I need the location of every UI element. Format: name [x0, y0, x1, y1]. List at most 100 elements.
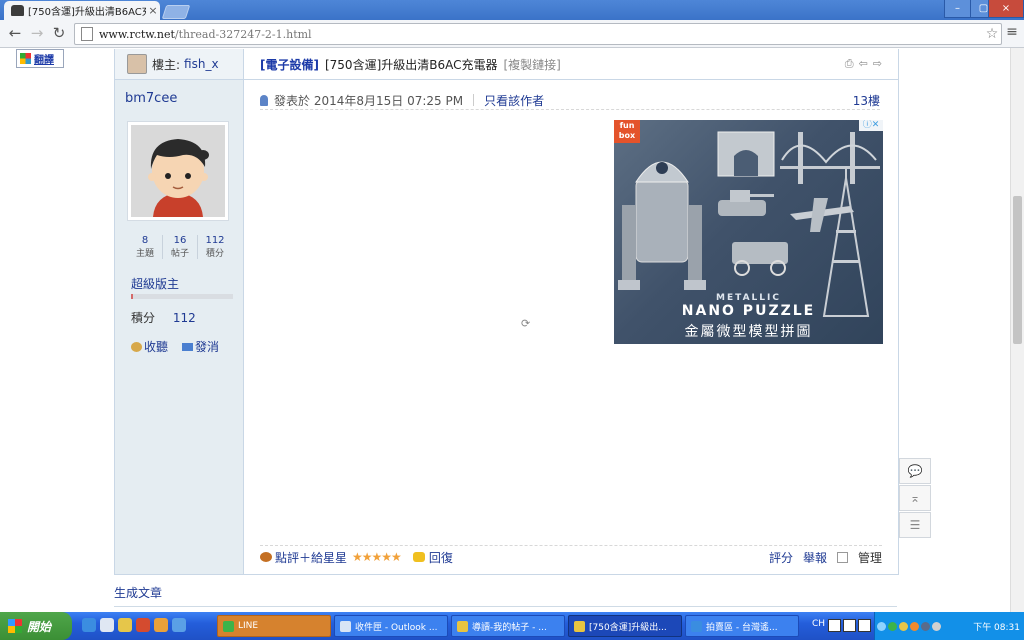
clock[interactable]: 下午 08:31: [973, 620, 1020, 633]
rate-link[interactable]: 點評＋給星星 ★★★★★: [260, 549, 402, 566]
generate-article-link[interactable]: 生成文章: [114, 584, 162, 601]
divider: [114, 606, 897, 607]
moderator-row: 樓主: fish_x: [115, 49, 243, 80]
grade-link[interactable]: 評分: [769, 549, 793, 566]
score-value[interactable]: 112: [173, 311, 196, 325]
advertisement-banner[interactable]: fun box ⓘ✕ METALLIC NANO PUZZLE 金屬微型模型拼圖: [614, 120, 883, 344]
taskbar-item-thread[interactable]: [750含運]升級出...: [568, 615, 682, 637]
chrome-icon: [457, 620, 468, 632]
thread-tools: ⎙ ⇦ ⇨: [845, 57, 882, 71]
ie-icon[interactable]: [82, 618, 96, 632]
tray-app-icon[interactable]: [899, 621, 908, 631]
tray-arrow-icon[interactable]: [877, 621, 886, 631]
taskbar-item-forum[interactable]: 導讀-我的帖子 - ...: [451, 615, 565, 637]
user-rank[interactable]: 超級版主: [131, 275, 179, 292]
stat-threads[interactable]: 8 主題: [128, 235, 163, 259]
taskbar-item-label: 導讀-我的帖子 - ...: [472, 622, 547, 633]
taskbar-item-auction[interactable]: 拍賣區 - 台灣遙...: [685, 615, 799, 637]
site-favicon-icon: [11, 5, 24, 16]
manage-checkbox[interactable]: [836, 551, 848, 563]
floor-number[interactable]: 13樓: [853, 92, 880, 109]
chrome-icon: [574, 620, 585, 632]
stat-posts[interactable]: 16 帖子: [163, 235, 198, 259]
new-tab-button[interactable]: [161, 5, 191, 19]
rank-progress-fill: [131, 294, 134, 299]
thread-category-link[interactable]: [電子設備]: [260, 56, 319, 73]
post-meta: 發表於 2014年8月15日 07:25 PM 只看該作者 13樓: [260, 91, 880, 110]
floating-toolbar: 💬 ⌅ ☰: [899, 458, 931, 539]
tray-line-icon[interactable]: [888, 621, 897, 631]
stat-threads-value: 8: [141, 235, 149, 246]
folder-icon[interactable]: [154, 618, 168, 632]
tray-app2-icon[interactable]: [910, 621, 919, 631]
back-to-top-icon[interactable]: ⌅: [899, 485, 931, 511]
print-icon[interactable]: ⎙: [845, 57, 854, 71]
post-container: 樓主: fish_x bm7cee 8 主題 16 帖子 112 積分 超級版主…: [114, 49, 899, 575]
comment-icon[interactable]: 💬: [899, 458, 931, 484]
thread-title: [750含運]升級出清B6AC充電器: [324, 57, 498, 72]
list-icon[interactable]: ☰: [899, 512, 931, 538]
address-bar[interactable]: www.rctw.net/thread-327247-2-1.html ☆: [74, 23, 1002, 45]
moderator-prefix: 樓主:: [152, 57, 181, 72]
ime-icon[interactable]: [828, 619, 841, 632]
ad-line-3: 金屬微型模型拼圖: [684, 324, 813, 340]
ad-choices-icon[interactable]: ⓘ✕: [859, 120, 883, 131]
app-icon[interactable]: [172, 618, 186, 632]
help-icon[interactable]: [843, 619, 856, 632]
windows-flag-icon: [8, 619, 22, 633]
options-icon[interactable]: [858, 619, 871, 632]
taskbar-item-line[interactable]: LINE: [217, 615, 331, 637]
stat-posts-value: 16: [173, 235, 187, 246]
moderator-link[interactable]: fish_x: [184, 57, 219, 71]
tray-volume-icon[interactable]: [932, 621, 941, 631]
forward-button[interactable]: →: [28, 24, 46, 42]
back-button[interactable]: ←: [6, 24, 24, 42]
report-link[interactable]: 舉報: [803, 549, 827, 566]
page-icon: [81, 27, 93, 41]
copy-link-button[interactable]: [複製鏈接]: [504, 56, 561, 73]
window-minimize-button[interactable]: –: [944, 0, 971, 18]
avatar-image: [131, 125, 225, 217]
translate-label: 翻譯: [34, 55, 54, 66]
author-name[interactable]: bm7cee: [125, 91, 177, 106]
author-sidebar: 樓主: fish_x bm7cee 8 主題 16 帖子 112 積分 超級版主…: [115, 49, 244, 574]
reload-button[interactable]: ↻: [50, 24, 68, 42]
prev-thread-icon[interactable]: ⇦: [859, 57, 868, 71]
rank-progress-bar: [131, 294, 233, 299]
tray-network-icon[interactable]: [921, 621, 930, 631]
stat-credits[interactable]: 112 積分: [198, 235, 232, 259]
ad-line-2: NANO PUZZLE: [681, 303, 816, 319]
next-thread-icon[interactable]: ⇨: [873, 57, 882, 71]
url-text[interactable]: www.rctw.net/thread-327247-2-1.html: [99, 28, 983, 41]
scrollbar-thumb[interactable]: [1013, 196, 1022, 344]
browser-tab[interactable]: [750含運]升級出清B6AC充 ×: [4, 1, 160, 20]
taskbar-item-label: 拍賣區 - 台灣遙...: [706, 622, 778, 633]
browser-menu-icon[interactable]: ≡: [1004, 24, 1020, 40]
reply-icon: [412, 552, 425, 562]
author-stats: 8 主題 16 帖子 112 積分: [128, 235, 232, 259]
star-rating[interactable]: ★★★★★: [352, 550, 402, 564]
desktop-icon[interactable]: [100, 618, 114, 632]
language-indicator[interactable]: CH: [812, 619, 825, 629]
chrome-icon[interactable]: [118, 618, 132, 632]
tab-close-icon[interactable]: ×: [146, 4, 160, 17]
ad-line-1: METALLIC: [716, 293, 781, 303]
message-link[interactable]: 發消: [182, 338, 219, 355]
bookmark-star-icon[interactable]: ☆: [983, 26, 1001, 42]
taskbar-item-outlook[interactable]: 收件匣 - Outlook ...: [334, 615, 448, 637]
window-close-button[interactable]: ×: [988, 0, 1024, 18]
only-author-link[interactable]: 只看該作者: [484, 92, 544, 109]
follow-link[interactable]: 收聽: [131, 338, 168, 355]
taskbar-item-label: 收件匣 - Outlook ...: [355, 622, 438, 633]
page-scrollbar[interactable]: [1010, 48, 1024, 612]
browser-toolbar: ← → ↻ www.rctw.net/thread-327247-2-1.htm…: [0, 20, 1024, 48]
start-button[interactable]: 開始: [0, 612, 72, 640]
translate-link[interactable]: 翻譯: [16, 49, 64, 68]
outlook-icon: [340, 620, 351, 632]
reply-link[interactable]: 回復: [429, 549, 453, 566]
avatar[interactable]: [127, 121, 229, 221]
media-icon[interactable]: [136, 618, 150, 632]
post-date: 發表於 2014年8月15日 07:25 PM: [274, 93, 464, 108]
taskbar-item-label: [750含運]升級出...: [589, 622, 667, 633]
ie-icon: [691, 620, 702, 632]
